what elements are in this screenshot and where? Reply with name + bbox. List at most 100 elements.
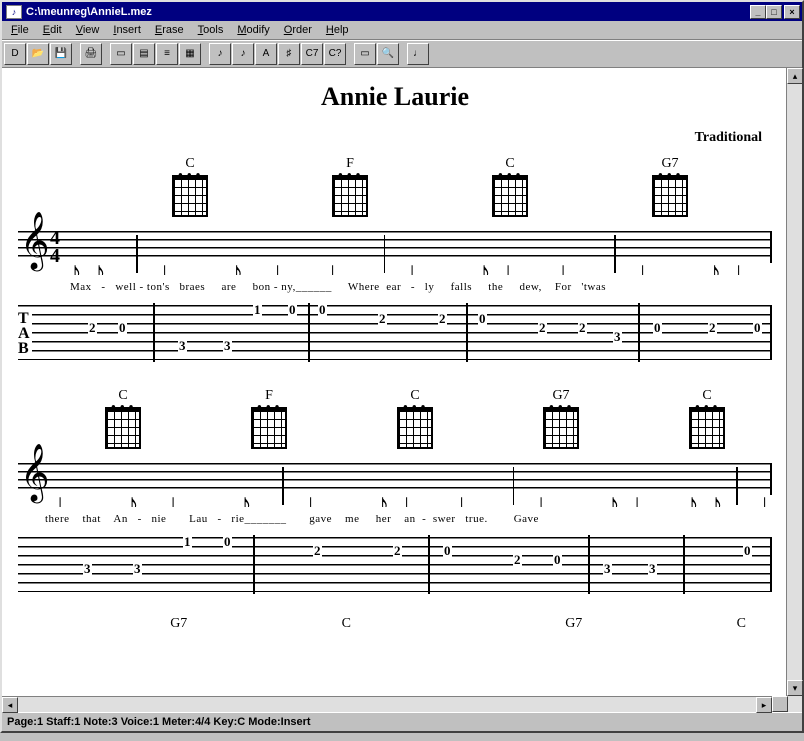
toolbar-button[interactable]: A — [255, 43, 277, 65]
toolbar-button[interactable]: ♯ — [278, 43, 300, 65]
tab-fret-number[interactable]: 0 — [553, 552, 562, 568]
tab-fret-number[interactable]: 0 — [118, 320, 127, 336]
tab-numbers: 3 3 1 0 2 2 0 2 0 3 3 0 — [43, 537, 767, 592]
toolbar-button[interactable]: ▤ — [133, 43, 155, 65]
tab-fret-number[interactable]: 3 — [613, 329, 622, 345]
tab-fret-number[interactable]: 2 — [393, 543, 402, 559]
tab-fret-number[interactable]: 2 — [513, 552, 522, 568]
tab-fret-number[interactable]: 0 — [743, 543, 752, 559]
menu-insert[interactable]: Insert — [106, 22, 148, 38]
tab-fret-number[interactable]: 2 — [438, 311, 447, 327]
tab-fret-number[interactable]: 3 — [178, 338, 187, 354]
menu-view[interactable]: View — [69, 22, 107, 38]
minimize-button[interactable]: _ — [750, 5, 766, 19]
toolbar-button[interactable]: ▭ — [110, 43, 132, 65]
tab-fret-number[interactable]: 3 — [648, 561, 657, 577]
system-1: CFCG7 𝄞 44 ♪♪ ♩. ♪ ♩ ♩ ♩. ♪♩ ♩ ♩. ♪♩ ♪♪ … — [10, 156, 780, 360]
chord-diagram: C — [430, 156, 590, 217]
scroll-down-button[interactable]: ▾ — [787, 680, 803, 696]
tab-fret-number[interactable]: 2 — [378, 311, 387, 327]
tab-fret-number[interactable]: 0 — [288, 302, 297, 318]
score-attribution: Traditional — [10, 130, 762, 146]
menu-modify[interactable]: Modify — [230, 22, 276, 38]
chord-name: C — [308, 616, 386, 635]
toolbar-button[interactable]: 💾 — [50, 43, 72, 65]
toolbar-button[interactable]: 🖨 — [80, 43, 102, 65]
score-title: Annie Laurie — [10, 82, 780, 112]
notation-staff[interactable]: 𝄞 44 ♪♪ ♩. ♪ ♩ ♩ ♩. ♪♩ ♩ ♩. ♪♩ ♪♪ ♩ ♩ ♩ — [18, 223, 772, 275]
menu-tools[interactable]: Tools — [191, 22, 231, 38]
tab-fret-number[interactable]: 0 — [653, 320, 662, 336]
chord-diagram: F — [270, 156, 430, 217]
toolbar-button[interactable]: ♪ — [209, 43, 231, 65]
chord-diagram: C — [50, 388, 196, 449]
chord-diagram: F — [196, 388, 342, 449]
menu-edit[interactable]: Edit — [36, 22, 69, 38]
treble-clef-icon: 𝄞 — [20, 447, 50, 497]
tab-fret-number[interactable]: 2 — [88, 320, 97, 336]
toolbar-button[interactable]: ≡ — [156, 43, 178, 65]
horizontal-scrollbar[interactable]: ◂ ▸ — [2, 696, 788, 712]
chord-row: G7CG7C — [10, 616, 780, 635]
tab-fret-number[interactable]: 1 — [253, 302, 262, 318]
maximize-button[interactable]: □ — [766, 5, 782, 19]
toolbar-button[interactable]: ♩ — [407, 43, 429, 65]
menu-erase[interactable]: Erase — [148, 22, 191, 38]
menu-file[interactable]: File — [4, 22, 36, 38]
scroll-right-button[interactable]: ▸ — [756, 697, 772, 713]
tablature-staff[interactable]: 3 3 1 0 2 2 0 2 0 3 3 0 — [18, 537, 772, 592]
vertical-scrollbar[interactable]: ▴ ▾ — [786, 68, 802, 712]
toolbar-button[interactable]: 🔍 — [377, 43, 399, 65]
tab-fret-number[interactable]: 0 — [478, 311, 487, 327]
toolbar-button[interactable]: C7 — [301, 43, 323, 65]
tab-fret-number[interactable]: 2 — [538, 320, 547, 336]
chord-row: CFCG7C — [10, 388, 780, 449]
tab-fret-number[interactable]: 0 — [223, 534, 232, 550]
status-text: Page:1 Staff:1 Note:3 Voice:1 Meter:4/4 … — [7, 716, 311, 728]
tablature-staff[interactable]: TAB 2 0 3 3 1 0 0 2 2 0 2 2 3 0 2 0 — [18, 305, 772, 360]
menu-help[interactable]: Help — [319, 22, 356, 38]
caption-buttons: _ □ × — [750, 5, 800, 19]
tab-fret-number[interactable]: 0 — [443, 543, 452, 559]
tab-fret-number[interactable]: 3 — [83, 561, 92, 577]
tab-fret-number[interactable]: 0 — [753, 320, 762, 336]
titlebar[interactable]: ♪ C:\meunreg\AnnieL.mez _ □ × — [2, 2, 802, 21]
chord-diagram: C — [110, 156, 270, 217]
chord-diagram: G7 — [590, 156, 750, 217]
treble-clef-icon: 𝄞 — [20, 215, 50, 265]
notes: ♪♪ ♩. ♪ ♩ ♩ ♩. ♪♩ ♩ ♩. ♪♩ ♪♪ ♩ ♩ ♩ — [68, 223, 767, 275]
tab-fret-number[interactable]: 2 — [578, 320, 587, 336]
toolbar-button[interactable]: C? — [324, 43, 346, 65]
window-title: C:\meunreg\AnnieL.mez — [26, 6, 152, 18]
toolbar-button[interactable]: ▦ — [179, 43, 201, 65]
menu-order[interactable]: Order — [277, 22, 319, 38]
toolbar-button[interactable]: ♪ — [232, 43, 254, 65]
tab-fret-number[interactable]: 2 — [313, 543, 322, 559]
close-button[interactable]: × — [784, 5, 800, 19]
toolbar-button[interactable]: 📂 — [27, 43, 49, 65]
scroll-up-button[interactable]: ▴ — [787, 68, 803, 84]
toolbar-button[interactable]: D — [4, 43, 26, 65]
chord-name: C — [703, 616, 781, 635]
toolbar-button[interactable]: ▭ — [354, 43, 376, 65]
tab-numbers: 2 0 3 3 1 0 0 2 2 0 2 2 3 0 2 0 — [58, 305, 767, 360]
toolbar: D📂💾🖨▭▤≡▦♪♪A♯C7C?▭🔍♩ — [2, 40, 802, 68]
chord-diagram: C — [634, 388, 780, 449]
chord-row: CFCG7 — [10, 156, 780, 217]
notation-staff[interactable]: 𝄞 ♩. ♪ ♩. ♪ ♩. ♪♩ ♩ ♩. ♪♩ ♪♪ ♩ ♩ ♩. ♩ — [18, 455, 772, 507]
scroll-corner — [772, 696, 788, 712]
chord-name: G7 — [535, 616, 613, 635]
scroll-left-button[interactable]: ◂ — [2, 697, 18, 713]
tab-label: TAB — [16, 311, 32, 356]
tab-fret-number[interactable]: 0 — [318, 302, 327, 318]
tab-fret-number[interactable]: 3 — [133, 561, 142, 577]
chord-diagram: G7 — [488, 388, 634, 449]
system-2: CFCG7C 𝄞 ♩. ♪ ♩. ♪ ♩. ♪♩ ♩ ♩. ♪♩ ♪♪ ♩ ♩ … — [10, 388, 780, 592]
system-3: G7CG7C — [10, 616, 780, 635]
client-area-wrap: Annie Laurie Traditional CFCG7 𝄞 44 ♪♪ ♩… — [2, 68, 802, 712]
tab-fret-number[interactable]: 3 — [603, 561, 612, 577]
tab-fret-number[interactable]: 1 — [183, 534, 192, 550]
tab-fret-number[interactable]: 2 — [708, 320, 717, 336]
score-viewport[interactable]: Annie Laurie Traditional CFCG7 𝄞 44 ♪♪ ♩… — [2, 68, 788, 712]
tab-fret-number[interactable]: 3 — [223, 338, 232, 354]
